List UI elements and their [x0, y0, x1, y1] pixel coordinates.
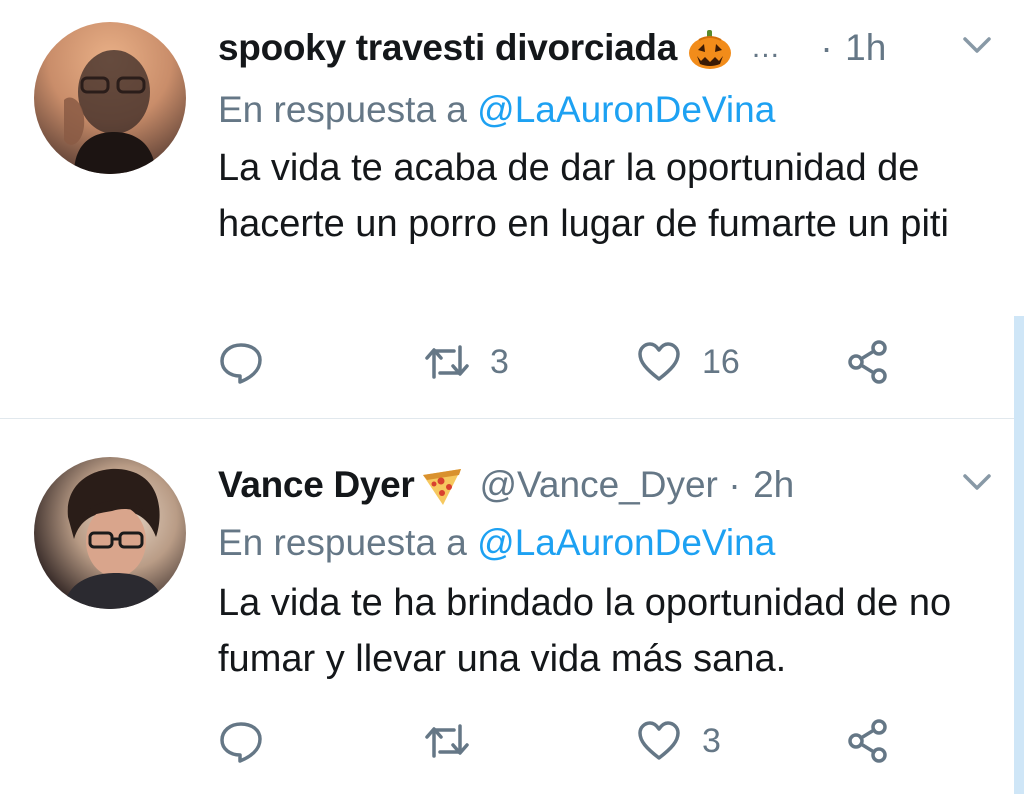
reply-prefix: En respuesta a [218, 89, 467, 130]
retweet-icon [425, 724, 469, 758]
tweet[interactable]: Vance Dyer @Vance_Dyer · 2h En respuesta… [0, 419, 1024, 794]
timestamp[interactable]: 1h [845, 22, 886, 74]
chevron-down-icon[interactable] [960, 465, 994, 499]
separator: · [820, 27, 833, 68]
like-button[interactable]: 3 [636, 715, 721, 767]
retweet-count: 3 [490, 342, 509, 381]
name-truncation: ... [751, 31, 780, 64]
tweet-header: spooky travesti divorciada ... · 1h [218, 22, 994, 74]
reply-prefix: En respuesta a [218, 522, 467, 563]
avatar[interactable] [34, 457, 186, 609]
timestamp[interactable]: 2h [753, 459, 794, 511]
reply-context: En respuesta a @LaAuronDeVina [218, 519, 775, 567]
share-button[interactable] [846, 715, 892, 767]
avatar[interactable] [34, 22, 186, 174]
pizza-icon [421, 467, 467, 507]
tweet[interactable]: spooky travesti divorciada ... · 1h En r… [0, 0, 1024, 419]
jack-o-lantern-icon [687, 30, 733, 70]
tweet-header: Vance Dyer @Vance_Dyer · 2h [218, 459, 994, 511]
scroll-indicator[interactable] [1014, 316, 1024, 794]
share-button[interactable] [846, 336, 892, 388]
like-button[interactable]: 16 [636, 336, 740, 388]
handle[interactable]: @Vance_Dyer [479, 459, 717, 511]
heart-icon [638, 342, 680, 381]
display-name[interactable]: spooky travesti divorciada [218, 22, 677, 74]
heart-icon [638, 721, 680, 760]
retweet-button[interactable] [424, 715, 490, 767]
tweet-actions: 3 16 [218, 336, 918, 388]
like-count: 16 [702, 342, 740, 381]
share-icon [848, 719, 887, 763]
reply-icon [220, 722, 262, 763]
tweet-text: La vida te ha brindado la oportunidad de… [218, 582, 952, 680]
reply-context: En respuesta a @LaAuronDeVina [218, 86, 775, 134]
reply-icon [220, 343, 262, 384]
like-count: 3 [702, 721, 721, 760]
tweet-actions: 3 [218, 715, 918, 767]
reply-button[interactable] [218, 715, 264, 767]
display-name[interactable]: Vance Dyer [218, 459, 415, 511]
retweet-button[interactable]: 3 [424, 336, 509, 388]
retweet-icon [425, 345, 469, 379]
tweet-text: La vida te acaba de dar la oportunidad d… [218, 147, 949, 245]
chevron-down-icon[interactable] [960, 28, 994, 62]
share-icon [848, 340, 887, 384]
reply-mention-link[interactable]: @LaAuronDeVina [477, 522, 775, 563]
reply-button[interactable] [218, 336, 264, 388]
separator: · [728, 464, 741, 505]
reply-mention-link[interactable]: @LaAuronDeVina [477, 89, 775, 130]
